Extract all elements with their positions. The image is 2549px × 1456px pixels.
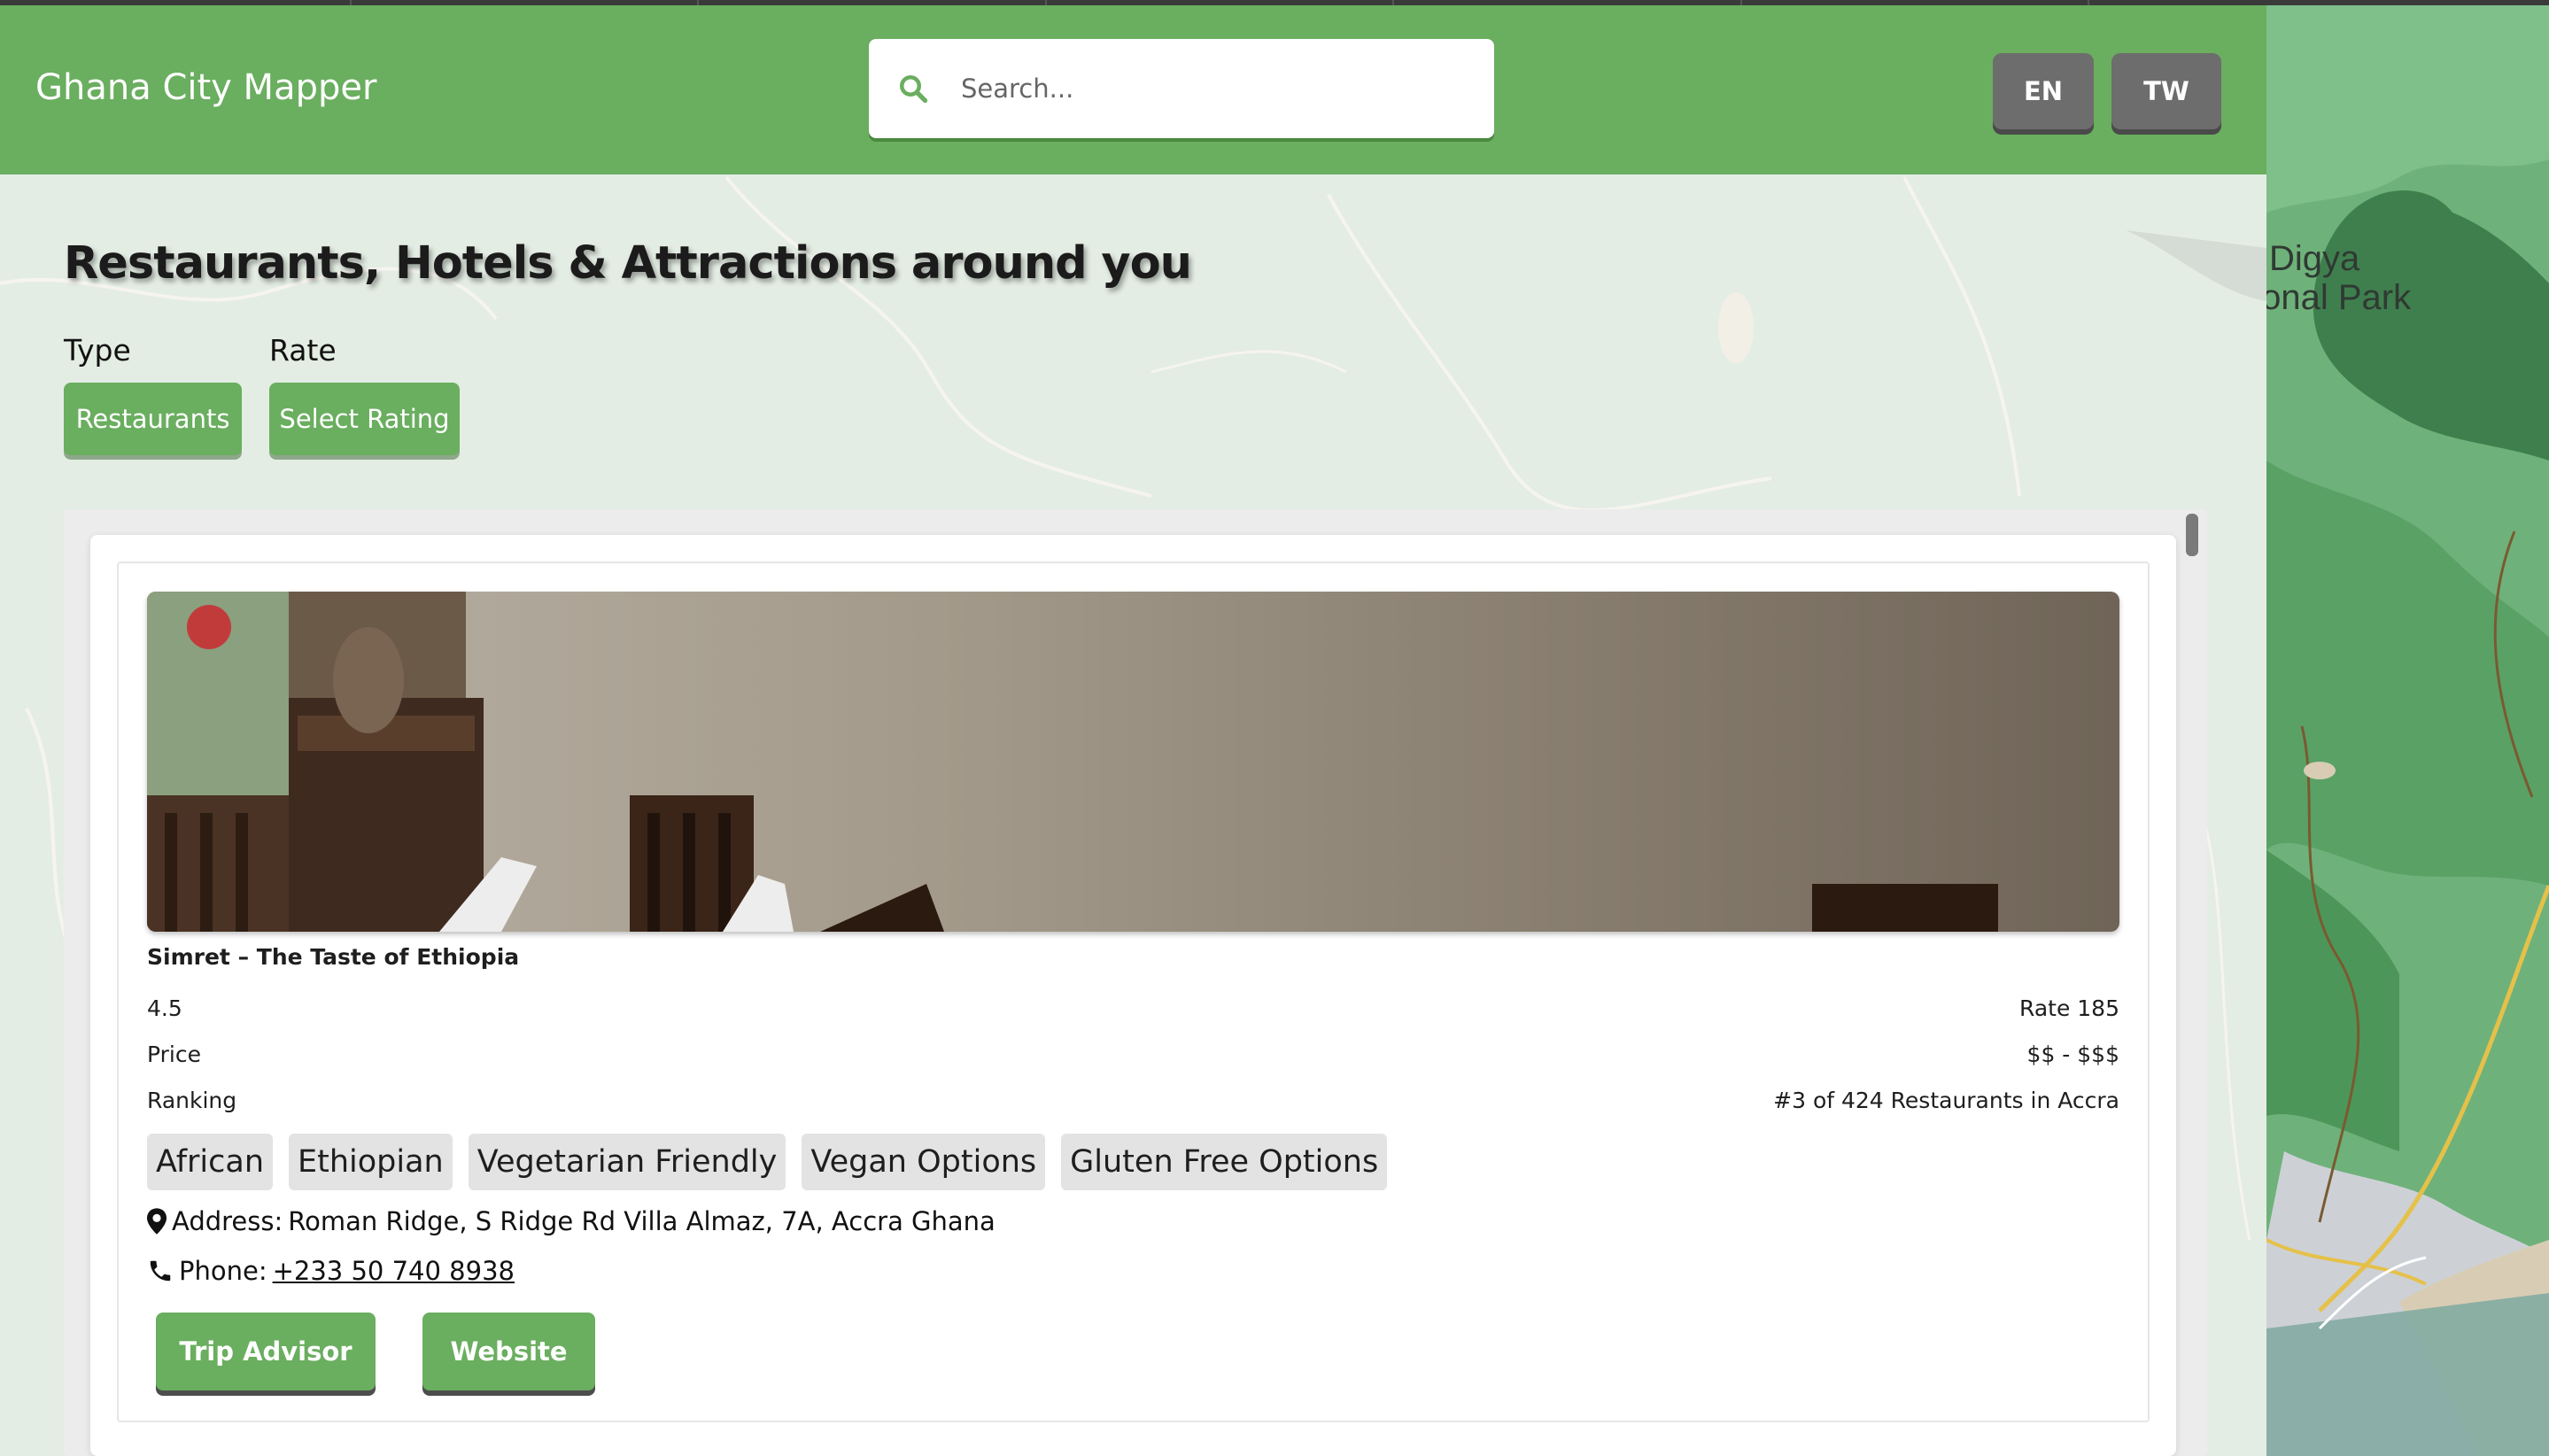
page-title: Restaurants, Hotels & Attractions around…	[64, 237, 1192, 290]
search-icon	[900, 75, 928, 104]
phone-line: Phone: +233 50 740 8938	[147, 1256, 515, 1286]
type-filter-label: Type	[64, 333, 131, 368]
app-header: Ghana City Mapper EN TW	[0, 5, 2266, 174]
phone-icon	[150, 1260, 171, 1282]
rating-select[interactable]: Select Rating	[269, 383, 460, 455]
browser-tab-strip	[0, 0, 2549, 5]
address-line: Address: Roman Ridge, S Ridge Rd Villa A…	[147, 1206, 996, 1236]
location-pin-icon	[147, 1208, 167, 1235]
type-select[interactable]: Restaurants	[64, 383, 242, 455]
price-value: $$ - $$$	[2026, 1042, 2119, 1067]
tag-african: African	[147, 1134, 274, 1190]
sidebar-panel: Ghana City Mapper EN TW Restaurants, Hot…	[0, 0, 2266, 1456]
ranking-label: Ranking	[147, 1088, 237, 1113]
website-button[interactable]: Website	[422, 1313, 595, 1390]
tag-ethiopian: Ethiopian	[289, 1134, 453, 1190]
address-text: Roman Ridge, S Ridge Rd Villa Almaz, 7A,…	[288, 1206, 996, 1236]
map-label-line1: Digya	[2269, 239, 2360, 278]
search-input[interactable]	[961, 64, 1457, 113]
rate-filter-label: Rate	[269, 333, 337, 368]
rating-value: 4.5	[147, 995, 182, 1021]
language-en-button[interactable]: EN	[1993, 53, 2094, 129]
list-scrollbar[interactable]	[2186, 514, 2198, 556]
cuisine-tags: African Ethiopian Vegetarian Friendly Ve…	[147, 1134, 1388, 1190]
address-prefix: Address:	[172, 1206, 283, 1236]
map-label-line2: National Park	[2266, 278, 2412, 317]
phone-link[interactable]: +233 50 740 8938	[273, 1256, 515, 1286]
map-terrain	[2266, 0, 2549, 1456]
search-box[interactable]	[869, 39, 1494, 138]
language-tw-button[interactable]: TW	[2111, 53, 2221, 129]
place-photo	[147, 592, 2119, 932]
tag-vegan-options: Vegan Options	[802, 1134, 1046, 1190]
tag-gluten-free-options: Gluten Free Options	[1061, 1134, 1388, 1190]
map-view[interactable]: Digya National Park	[2266, 0, 2549, 1456]
trip-advisor-button[interactable]: Trip Advisor	[156, 1313, 376, 1390]
rate-count: Rate 185	[2019, 995, 2119, 1021]
tag-vegetarian-friendly: Vegetarian Friendly	[468, 1134, 786, 1190]
app-title: Ghana City Mapper	[35, 67, 377, 108]
place-name: Simret – The Taste of Ethiopia	[147, 944, 520, 970]
ranking-value: #3 of 424 Restaurants in Accra	[1773, 1088, 2119, 1113]
phone-prefix: Phone:	[179, 1256, 267, 1286]
price-label: Price	[147, 1042, 201, 1067]
